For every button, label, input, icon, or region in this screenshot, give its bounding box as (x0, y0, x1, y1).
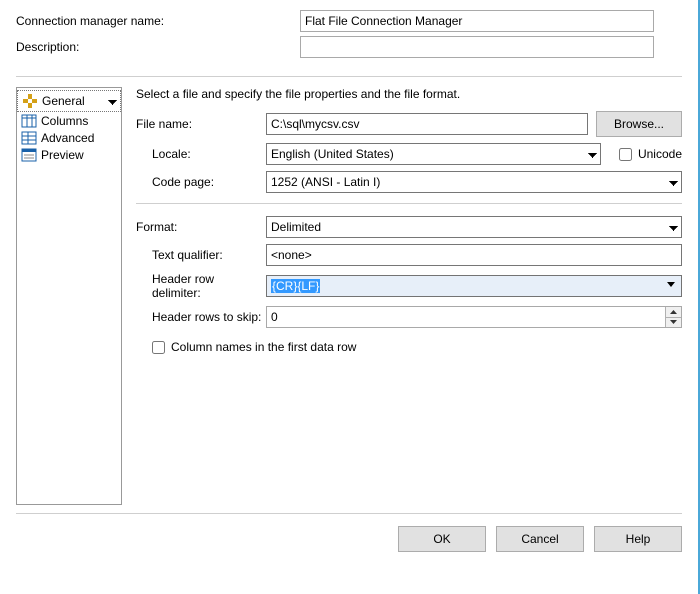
sidebar-label: Columns (41, 114, 88, 128)
sidebar-item-advanced[interactable]: Advanced (17, 129, 121, 146)
locale-select[interactable]: English (United States) (266, 143, 601, 165)
spin-down-button[interactable] (665, 318, 681, 328)
text-qualifier-input[interactable] (266, 244, 682, 266)
cancel-button[interactable]: Cancel (496, 526, 584, 552)
header-delim-value: {CR}{LF} (271, 279, 320, 293)
unicode-label: Unicode (638, 147, 682, 161)
ok-button[interactable]: OK (398, 526, 486, 552)
sidebar-label: Preview (41, 148, 84, 162)
hdrdelim-label: Header row delimiter: (136, 272, 266, 300)
browse-button[interactable]: Browse... (596, 111, 682, 137)
filename-input[interactable] (266, 113, 588, 135)
textq-label: Text qualifier: (136, 248, 266, 262)
header-skip-input[interactable] (266, 306, 682, 328)
description-label: Description: (16, 40, 300, 54)
sidebar-item-preview[interactable]: Preview (17, 146, 121, 163)
preview-icon (21, 147, 37, 163)
header-delim-combo[interactable]: {CR}{LF} (266, 275, 682, 297)
filename-label: File name: (136, 117, 266, 131)
format-label: Format: (136, 220, 266, 234)
sidebar-item-general[interactable]: General (17, 90, 121, 112)
hdrskip-label: Header rows to skip: (136, 310, 266, 324)
instruction-text: Select a file and specify the file prope… (136, 87, 682, 101)
unicode-checkbox-wrap[interactable]: Unicode (619, 147, 682, 161)
sidebar-label: Advanced (41, 131, 94, 145)
colnames-checkbox-wrap[interactable]: Column names in the first data row (152, 340, 682, 354)
codepage-select[interactable]: 1252 (ANSI - Latin I) (266, 171, 682, 193)
sidebar-label: General (42, 94, 85, 108)
sidebar-nav: General Columns Advanced Preview (16, 87, 122, 505)
conn-name-input[interactable] (300, 10, 654, 32)
format-select[interactable]: Delimited (266, 216, 682, 238)
description-input[interactable] (300, 36, 654, 58)
colnames-label: Column names in the first data row (171, 340, 356, 354)
unicode-checkbox[interactable] (619, 148, 632, 161)
colnames-checkbox[interactable] (152, 341, 165, 354)
chevron-down-icon (667, 282, 675, 287)
locale-label: Locale: (136, 147, 266, 161)
columns-icon (21, 113, 37, 129)
advanced-icon (21, 130, 37, 146)
sidebar-item-columns[interactable]: Columns (17, 112, 121, 129)
spin-up-button[interactable] (665, 307, 681, 318)
general-icon (22, 93, 38, 109)
codepage-label: Code page: (136, 175, 266, 189)
conn-name-label: Connection manager name: (16, 14, 300, 28)
help-button[interactable]: Help (594, 526, 682, 552)
